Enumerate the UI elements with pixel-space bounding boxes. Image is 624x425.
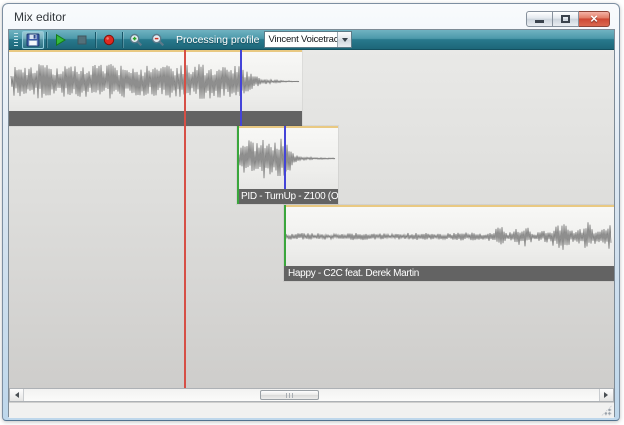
editor-canvas[interactable]: PID - TurnUp - Z100 (One Happy - C2C feat… bbox=[9, 50, 614, 388]
editor-frame: Processing profile Vincent Voicetracking… bbox=[8, 29, 615, 417]
dropdown-selected-value: Vincent Voicetracking bbox=[265, 32, 337, 47]
track-start-marker-line[interactable] bbox=[237, 126, 239, 204]
maximize-button[interactable] bbox=[553, 11, 579, 27]
arrow-left-icon bbox=[12, 392, 19, 398]
save-icon bbox=[25, 32, 41, 48]
close-button[interactable] bbox=[579, 11, 610, 27]
zoom-in-icon bbox=[128, 32, 144, 48]
minimize-icon bbox=[535, 20, 544, 23]
arrow-right-icon bbox=[604, 392, 611, 398]
record-button[interactable] bbox=[98, 31, 120, 49]
processing-profile-label: Processing profile bbox=[176, 34, 259, 46]
track-start-marker-line[interactable] bbox=[284, 205, 286, 266]
close-icon bbox=[590, 10, 598, 28]
clip-title-bar: Happy - C2C feat. Derek Martin bbox=[284, 266, 614, 281]
toolbar: Processing profile Vincent Voicetracking bbox=[9, 30, 614, 50]
stop-icon bbox=[74, 32, 90, 48]
toolbar-separator bbox=[122, 32, 123, 48]
clip-title-bar: PID - TurnUp - Z100 (One bbox=[237, 189, 338, 204]
save-button[interactable] bbox=[22, 31, 44, 49]
playback-cursor-line[interactable] bbox=[184, 50, 186, 388]
record-icon bbox=[101, 32, 117, 48]
mix-marker-line[interactable] bbox=[240, 50, 242, 126]
scroll-right-button[interactable] bbox=[599, 389, 613, 401]
maximize-icon bbox=[561, 15, 570, 23]
toolbar-grip-handle[interactable] bbox=[14, 33, 18, 46]
dropdown-arrow-button[interactable] bbox=[337, 32, 351, 47]
window-title: Mix editor bbox=[14, 10, 66, 24]
toolbar-separator bbox=[95, 32, 96, 48]
audio-clip[interactable]: PID - TurnUp - Z100 (One bbox=[237, 126, 338, 204]
status-bar bbox=[9, 402, 614, 418]
horizontal-scrollbar[interactable] bbox=[9, 388, 614, 402]
waveform bbox=[9, 52, 302, 111]
zoom-out-button[interactable] bbox=[147, 31, 169, 49]
audio-clip[interactable]: Happy - C2C feat. Derek Martin bbox=[284, 205, 614, 281]
toolbar-separator bbox=[46, 32, 47, 48]
waveform bbox=[284, 207, 614, 266]
play-icon bbox=[52, 32, 68, 48]
scroll-left-button[interactable] bbox=[10, 389, 24, 401]
minimize-button[interactable] bbox=[526, 11, 553, 27]
resize-grip[interactable] bbox=[601, 405, 612, 416]
mix-marker-line[interactable] bbox=[284, 126, 286, 189]
scrollbar-thumb[interactable] bbox=[260, 390, 319, 400]
mix-editor-window: Mix editor bbox=[2, 3, 620, 421]
window-controls bbox=[526, 11, 610, 27]
zoom-in-button[interactable] bbox=[125, 31, 147, 49]
stop-button[interactable] bbox=[71, 31, 93, 49]
title-bar[interactable]: Mix editor bbox=[3, 4, 619, 29]
chevron-down-icon bbox=[342, 38, 348, 42]
processing-profile-dropdown[interactable]: Vincent Voicetracking bbox=[264, 31, 352, 48]
play-button[interactable] bbox=[49, 31, 71, 49]
zoom-out-icon bbox=[150, 32, 166, 48]
audio-clip[interactable] bbox=[9, 50, 302, 126]
waveform bbox=[237, 128, 338, 189]
clip-title-bar bbox=[9, 111, 302, 126]
